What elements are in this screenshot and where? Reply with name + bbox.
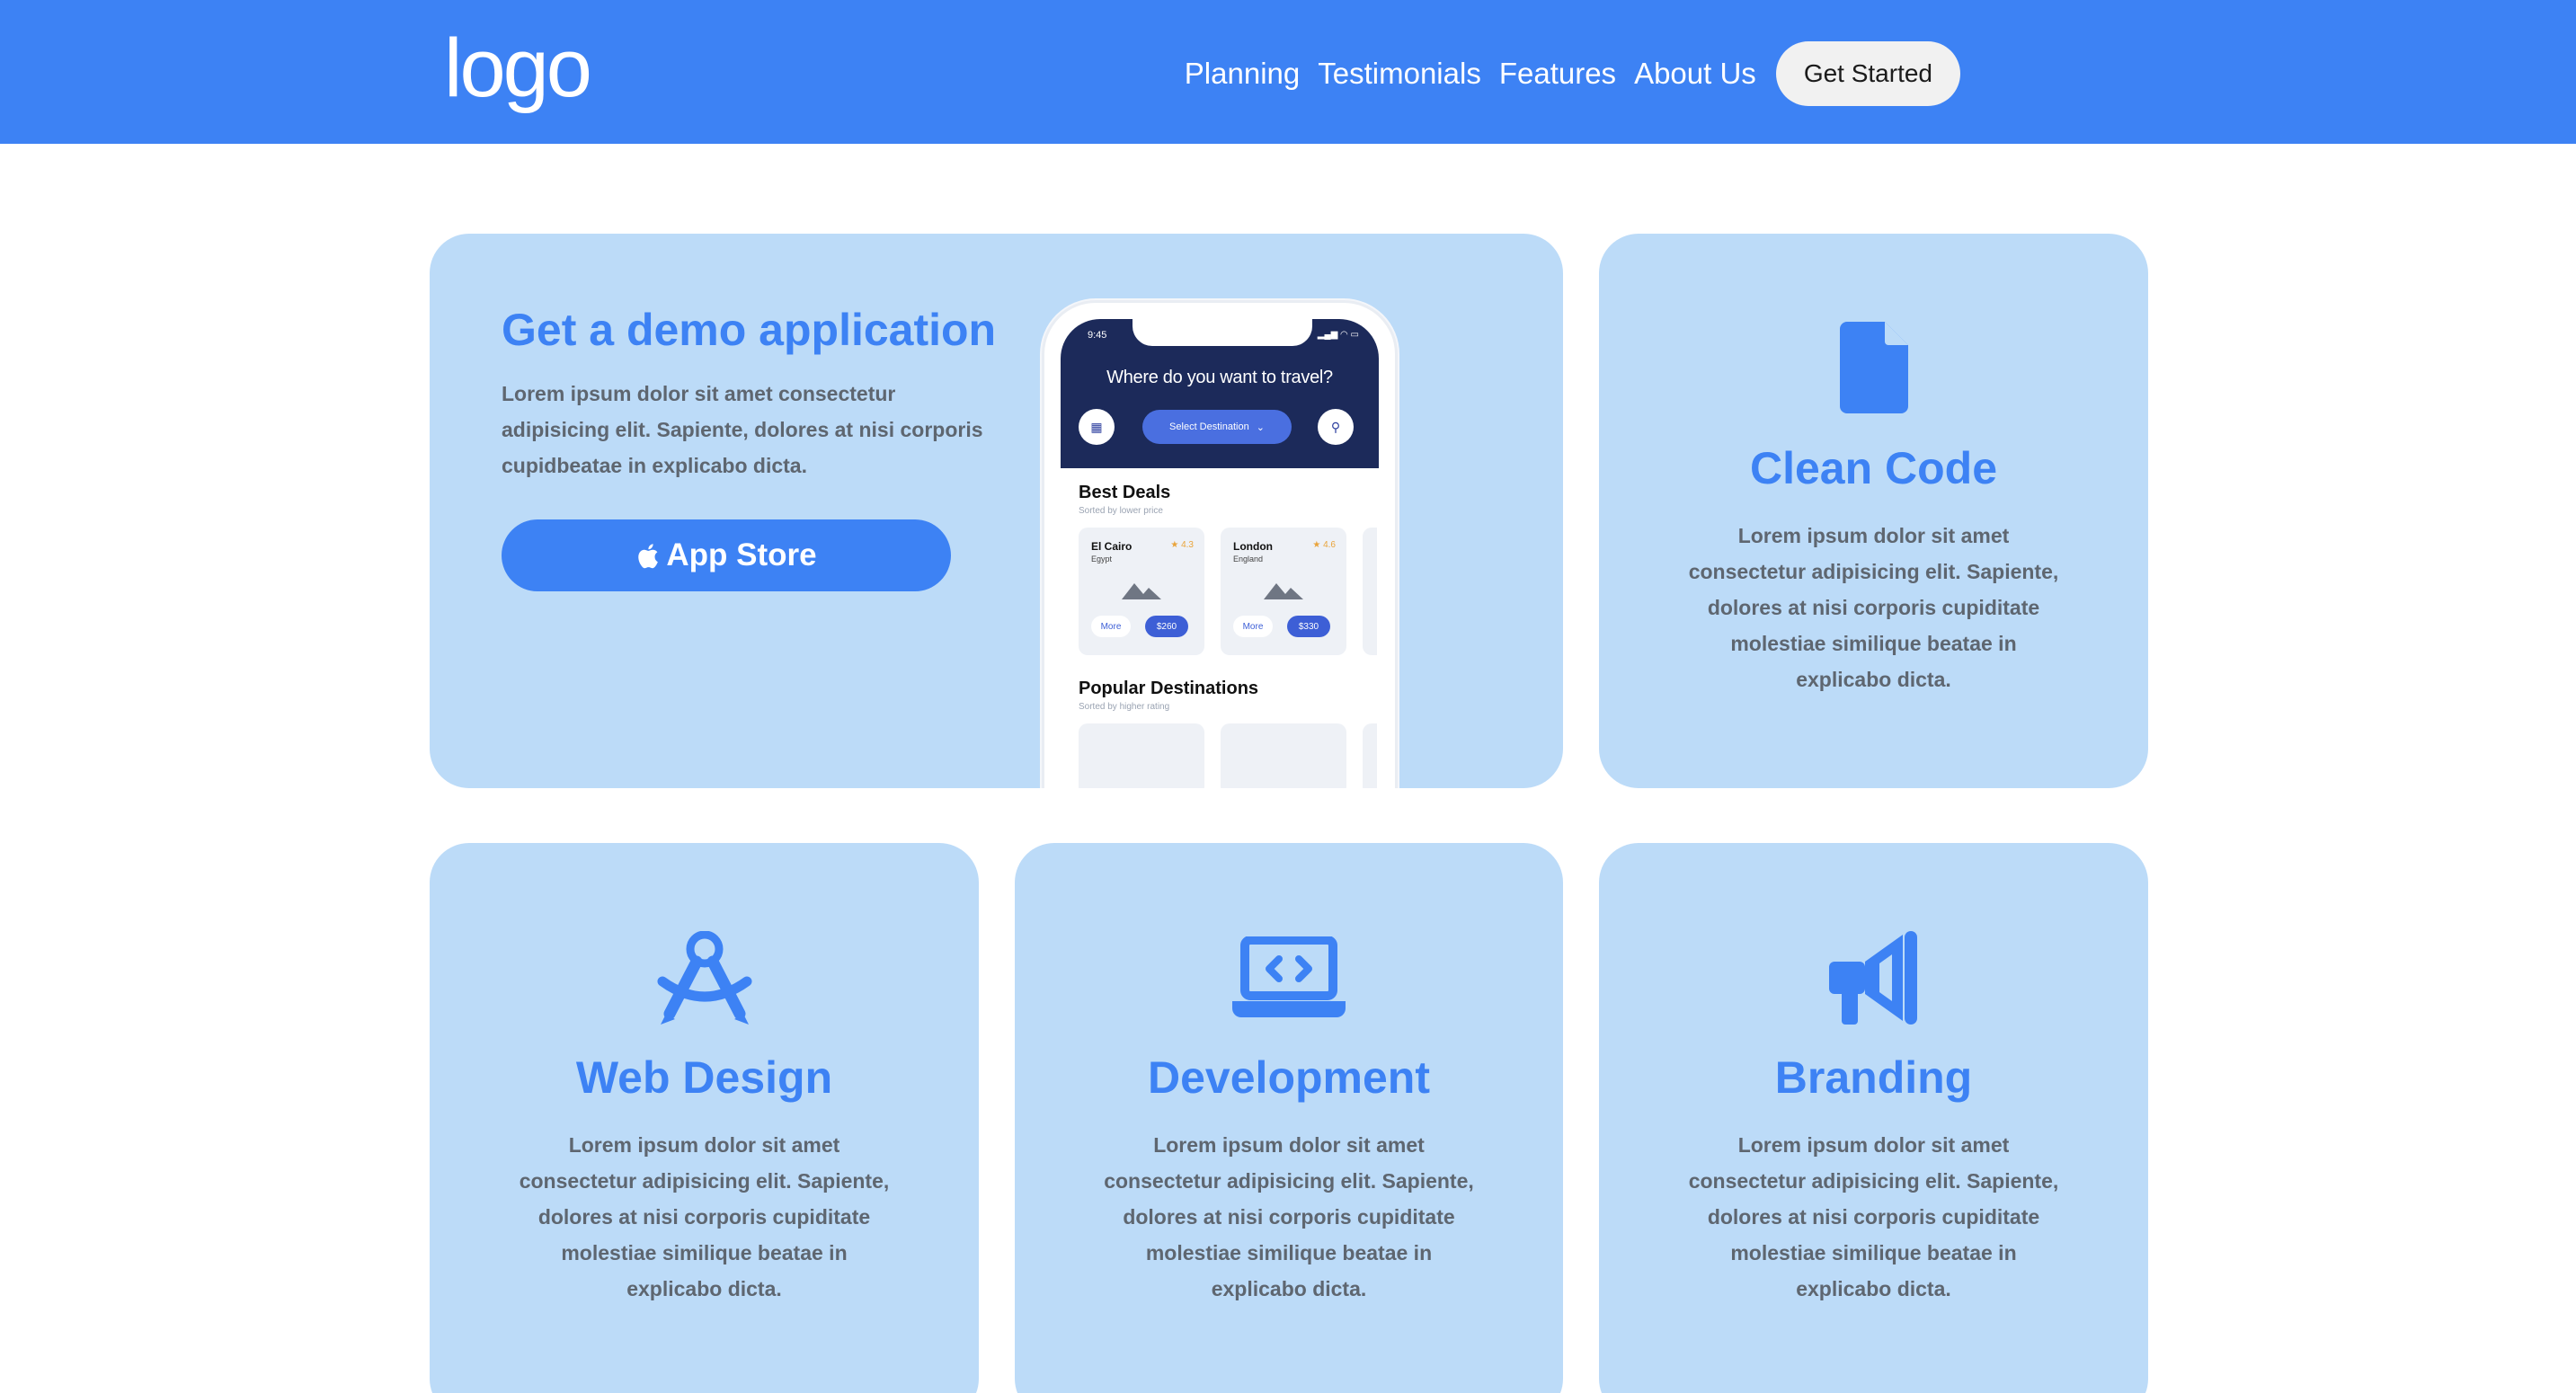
- destination-card[interactable]: [1079, 723, 1204, 788]
- deal-price-button[interactable]: $330: [1287, 616, 1330, 637]
- deal-card[interactable]: London England ★ 4.6 More $330: [1221, 528, 1346, 655]
- destination-card[interactable]: [1221, 723, 1346, 788]
- feature-title: Clean Code: [1749, 443, 1998, 493]
- phone-screen: 9:45 ▂▄▆ ◠ ▭ Where do you want to travel…: [1061, 319, 1379, 788]
- feature-description: Lorem ipsum dolor sit amet consectetur a…: [1688, 524, 2059, 691]
- feature-title: Web Design: [575, 1052, 833, 1103]
- status-time: 9:45: [1088, 330, 1107, 341]
- megaphone-icon: [1828, 931, 1917, 1025]
- feature-title: Branding: [1774, 1052, 1973, 1103]
- deal-city: El Cairo: [1091, 540, 1133, 553]
- popular-destinations-subtitle: Sorted by higher rating: [1079, 702, 1170, 712]
- popular-destinations-title: Popular Destinations: [1079, 679, 1259, 698]
- best-deals-subtitle: Sorted by lower price: [1079, 506, 1163, 516]
- get-started-button[interactable]: Get Started: [1775, 41, 1960, 106]
- phone-notch: [1133, 319, 1312, 346]
- mountain-image-icon: [1122, 583, 1161, 599]
- deal-more-button[interactable]: More: [1091, 616, 1131, 637]
- grid-icon[interactable]: ▦: [1079, 409, 1115, 445]
- deal-country: Egypt: [1091, 555, 1113, 563]
- laptop-code-icon: [1232, 936, 1346, 1017]
- destination-card-peek: [1363, 723, 1377, 788]
- travel-question: Where do you want to travel?: [1106, 368, 1333, 387]
- nav-link-about-us[interactable]: About Us: [1634, 57, 1756, 91]
- site-logo[interactable]: logo: [444, 23, 592, 113]
- demo-title: Get a demo application: [502, 305, 997, 355]
- app-store-button[interactable]: App Store: [502, 519, 951, 591]
- feature-card-clean-code: Clean Code Lorem ipsum dolor sit amet co…: [1599, 234, 2148, 788]
- signal-wifi-battery-icon: ▂▄▆ ◠ ▭: [1317, 330, 1359, 340]
- phone-mockup: 9:45 ▂▄▆ ◠ ▭ Where do you want to travel…: [1042, 300, 1398, 788]
- top-navbar: logo Planning Testimonials Features Abou…: [0, 0, 2576, 144]
- search-icon[interactable]: ⚲: [1318, 409, 1354, 445]
- document-icon: [1839, 322, 1908, 413]
- nav-link-features[interactable]: Features: [1499, 57, 1616, 91]
- demo-description: Lorem ipsum dolor sit amet consectetur a…: [502, 382, 983, 477]
- nav-link-planning[interactable]: Planning: [1185, 57, 1300, 91]
- mountain-image-icon: [1264, 583, 1303, 599]
- best-deals-title: Best Deals: [1079, 483, 1171, 502]
- deal-price-button[interactable]: $260: [1145, 616, 1188, 637]
- deal-rating: ★ 4.6: [1312, 540, 1336, 550]
- app-store-label: App Store: [666, 537, 817, 572]
- feature-card-branding: Branding Lorem ipsum dolor sit amet cons…: [1599, 843, 2148, 1393]
- compass-drafting-icon: [657, 931, 751, 1025]
- nav-links: Planning Testimonials Features About Us …: [1185, 41, 1960, 106]
- deal-more-button[interactable]: More: [1233, 616, 1273, 637]
- nav-link-testimonials[interactable]: Testimonials: [1318, 57, 1481, 91]
- deal-rating: ★ 4.3: [1170, 540, 1194, 550]
- select-destination-label: Select Destination: [1169, 421, 1249, 432]
- deal-card[interactable]: El Cairo Egypt ★ 4.3 More $260: [1079, 528, 1204, 655]
- feature-description: Lorem ipsum dolor sit amet consectetur a…: [519, 1133, 890, 1300]
- deal-city: London: [1233, 540, 1273, 553]
- demo-card: Get a demo application Lorem ipsum dolor…: [430, 234, 1563, 788]
- select-destination-button[interactable]: Select Destination ⌄: [1142, 410, 1292, 444]
- phone-hero-banner: 9:45 ▂▄▆ ◠ ▭ Where do you want to travel…: [1061, 319, 1379, 468]
- feature-title: Development: [1148, 1052, 1430, 1103]
- feature-card-development: Development Lorem ipsum dolor sit amet c…: [1015, 843, 1563, 1393]
- feature-description: Lorem ipsum dolor sit amet consectetur a…: [1688, 1133, 2059, 1300]
- landing-page: logo Planning Testimonials Features Abou…: [0, 0, 2576, 1393]
- feature-description: Lorem ipsum dolor sit amet consectetur a…: [1104, 1133, 1474, 1300]
- chevron-down-icon: ⌄: [1256, 421, 1265, 433]
- apple-icon: [638, 543, 659, 568]
- deal-card-peek: [1363, 528, 1377, 655]
- feature-card-web-design: Web Design Lorem ipsum dolor sit amet co…: [430, 843, 979, 1393]
- deal-country: England: [1233, 555, 1264, 563]
